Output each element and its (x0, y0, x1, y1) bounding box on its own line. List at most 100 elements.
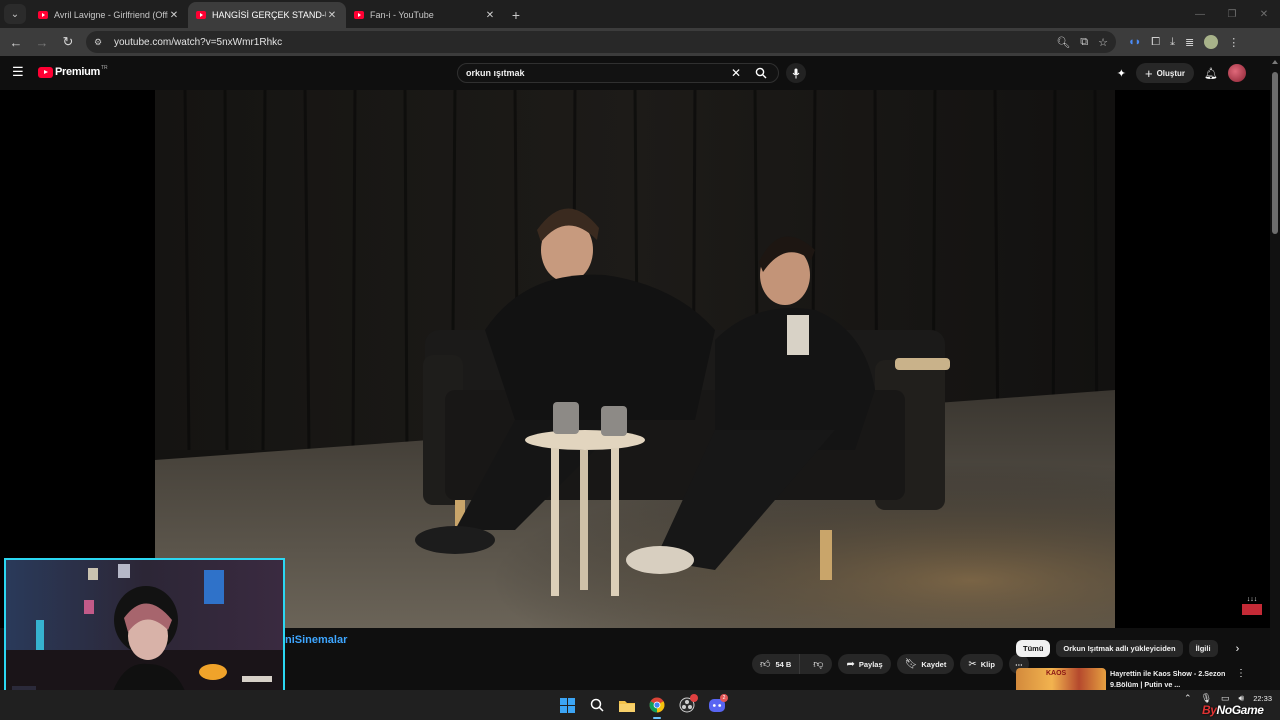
back-icon[interactable]: ← (4, 30, 28, 54)
site-settings-icon[interactable]: ⚙ (94, 37, 108, 48)
recommended-thumbnail[interactable]: KAOS (1016, 668, 1106, 690)
search-box: ✕ (457, 63, 779, 83)
scroll-up-arrow-icon[interactable] (1272, 60, 1278, 64)
youtube-favicon-icon (354, 11, 364, 19)
channel-name-link[interactable]: niSinemalar (285, 634, 347, 646)
reload-icon[interactable]: ↻ (56, 30, 80, 54)
browser-toolbar: ← → ↻ ⚙ youtube.com/watch?v=5nxWmr1Rhkc … (0, 28, 1280, 56)
browser-menu-icon[interactable]: ⋮ (1228, 36, 1239, 49)
extensions-puzzle-icon[interactable]: ⧠ (1151, 36, 1160, 49)
like-dislike-group: 👍︎ 54 B 👎︎ (752, 654, 833, 674)
bookmark-star-icon[interactable]: ☆ (1098, 36, 1108, 49)
maximize-icon[interactable]: ❐ (1216, 0, 1248, 28)
chip-from-uploader[interactable]: Orkun Işıtmak adlı yükleyiciden (1056, 640, 1183, 657)
file-explorer-icon[interactable] (616, 694, 638, 716)
bynogame-overlay-logo: ByNoGame (1202, 703, 1264, 717)
discord-taskbar-icon[interactable]: 2 (706, 694, 728, 716)
url-text[interactable]: youtube.com/watch?v=5nxWmr1Rhkc (114, 37, 1056, 48)
tab-label: Fan-i - YouTube (370, 10, 434, 20)
new-tab-button[interactable]: + (504, 2, 528, 28)
windows-taskbar: 2 ⌃ 🎙︎ ▭ 🔊︎ 22:33 (0, 690, 1280, 720)
account-avatar[interactable] (1228, 64, 1246, 82)
youtube-favicon-icon (38, 11, 48, 19)
like-button[interactable]: 👍︎ 54 B (752, 654, 801, 674)
youtube-logo[interactable]: Premium TR (38, 65, 108, 78)
reading-list-icon[interactable]: ≣ (1185, 36, 1194, 49)
tab-close-icon[interactable]: ✕ (168, 10, 180, 21)
save-label: Kaydet (921, 659, 947, 669)
tab-close-icon[interactable]: ✕ (326, 10, 338, 21)
clip-button[interactable]: ✂ Klip (960, 654, 1003, 674)
system-clock[interactable]: 22:33 (1253, 694, 1272, 704)
clear-search-icon[interactable]: ✕ (728, 66, 744, 80)
minimize-icon[interactable]: — (1184, 0, 1216, 28)
folder-icon (619, 700, 635, 712)
create-button[interactable]: + Oluştur (1135, 63, 1195, 83)
clip-label: Klip (980, 659, 995, 669)
create-label: Oluştur (1156, 68, 1186, 78)
tab-avril[interactable]: Avril Lavigne - Girlfriend (Offici ✕ (30, 2, 188, 28)
thumbs-up-icon: 👍︎ (760, 659, 771, 670)
dislike-button[interactable]: 👎︎ (804, 654, 832, 674)
channel-watermark[interactable]: ↓↓↓ (1242, 596, 1262, 616)
watermark-arrows: ↓↓↓ (1246, 596, 1258, 603)
tab-fani[interactable]: Fan-i - YouTube ✕ (346, 2, 504, 28)
tab-search-button[interactable]: ⌄ (4, 4, 26, 24)
share-label: Paylaş (858, 659, 883, 669)
forward-icon[interactable]: → (30, 30, 54, 54)
downloads-icon[interactable]: ⤓ (1170, 36, 1175, 49)
like-count: 54 B (775, 659, 792, 669)
video-scene-image (155, 90, 1115, 628)
brand-main: NoGame (1216, 703, 1264, 717)
taskbar-search-icon[interactable] (586, 694, 608, 716)
tab-label: Avril Lavigne - Girlfriend (Offici (54, 10, 168, 20)
clock-time: 22:33 (1253, 693, 1272, 703)
video-frame[interactable] (155, 90, 1115, 628)
chip-related[interactable]: İlgili (1188, 640, 1218, 657)
chevron-right-icon[interactable]: › (1236, 643, 1240, 655)
voice-search-button[interactable] (786, 63, 806, 83)
tray-overflow-chevron-icon[interactable]: ⌃ (1184, 693, 1192, 704)
chrome-icon (649, 697, 665, 713)
plus-icon: + (1144, 65, 1153, 81)
screen: ⌄ Avril Lavigne - Girlfriend (Offici ✕ H… (0, 0, 1280, 720)
microphone-icon (792, 68, 800, 78)
brand-text: Premium (55, 66, 100, 78)
mix-icon[interactable]: ✦ (1117, 67, 1126, 80)
discord-notification-badge: 2 (720, 694, 728, 702)
tab-standup[interactable]: HANGİSİ GERÇEK STAND-UP K ✕ (188, 2, 346, 28)
menu-hamburger-icon[interactable]: ☰ (12, 65, 24, 78)
close-window-icon[interactable]: ✕ (1248, 0, 1280, 28)
notifications-bell-icon[interactable]: 🔔︎ (1204, 67, 1218, 80)
bookmark-icon: 🔖︎ (904, 658, 918, 670)
youtube-header: ☰ Premium TR ✕ ✦ + Oluştur 🔔︎ (0, 56, 1270, 90)
obs-taskbar-icon[interactable] (676, 694, 698, 716)
search-input[interactable] (458, 64, 728, 82)
search-button[interactable] (744, 64, 778, 82)
extension-audio-icon[interactable]: ◖◗ (1128, 36, 1141, 48)
youtube-favicon-icon (196, 11, 206, 19)
window-controls: — ❐ ✕ (1184, 0, 1280, 28)
save-button[interactable]: 🔖︎ Kaydet (896, 654, 955, 674)
chip-all[interactable]: Tümü (1016, 640, 1051, 657)
recommended-title[interactable]: Hayrettin ile Kaos Show - 2.Sezon 9.Bölü… (1110, 668, 1230, 690)
address-bar[interactable]: ⚙ youtube.com/watch?v=5nxWmr1Rhkc 🔍︎ ⧉ ☆ (86, 31, 1116, 53)
scrollbar-thumb[interactable] (1272, 72, 1278, 234)
video-actions: 👍︎ 54 B 👎︎ ➦ Paylaş 🔖︎ Kaydet ✂ Klip ⋯ (752, 654, 1029, 674)
video-player[interactable]: ↓↓↓ (0, 90, 1270, 628)
chrome-taskbar-icon[interactable] (646, 694, 668, 719)
share-arrow-icon: ➦ (846, 658, 855, 670)
tab-close-icon[interactable]: ✕ (484, 10, 496, 21)
page-scrollbar[interactable] (1270, 56, 1280, 690)
recommendation-menu-icon[interactable]: ⋮ (1236, 668, 1246, 690)
install-app-icon[interactable]: ⧉ (1080, 36, 1088, 49)
start-button[interactable] (556, 694, 578, 716)
zoom-icon[interactable]: 🔍︎ (1056, 36, 1070, 49)
profile-avatar-icon[interactable] (1204, 35, 1219, 49)
thumbnail-text: KAOS (1046, 670, 1067, 677)
recording-badge (690, 694, 698, 702)
recommendation-chips: Tümü Orkun Işıtmak adlı yükleyiciden İlg… (1016, 640, 1239, 657)
youtube-play-logo-icon (38, 66, 53, 78)
share-button[interactable]: ➦ Paylaş (838, 654, 891, 674)
recommended-video[interactable]: KAOS Hayrettin ile Kaos Show - 2.Sezon 9… (1016, 668, 1256, 690)
